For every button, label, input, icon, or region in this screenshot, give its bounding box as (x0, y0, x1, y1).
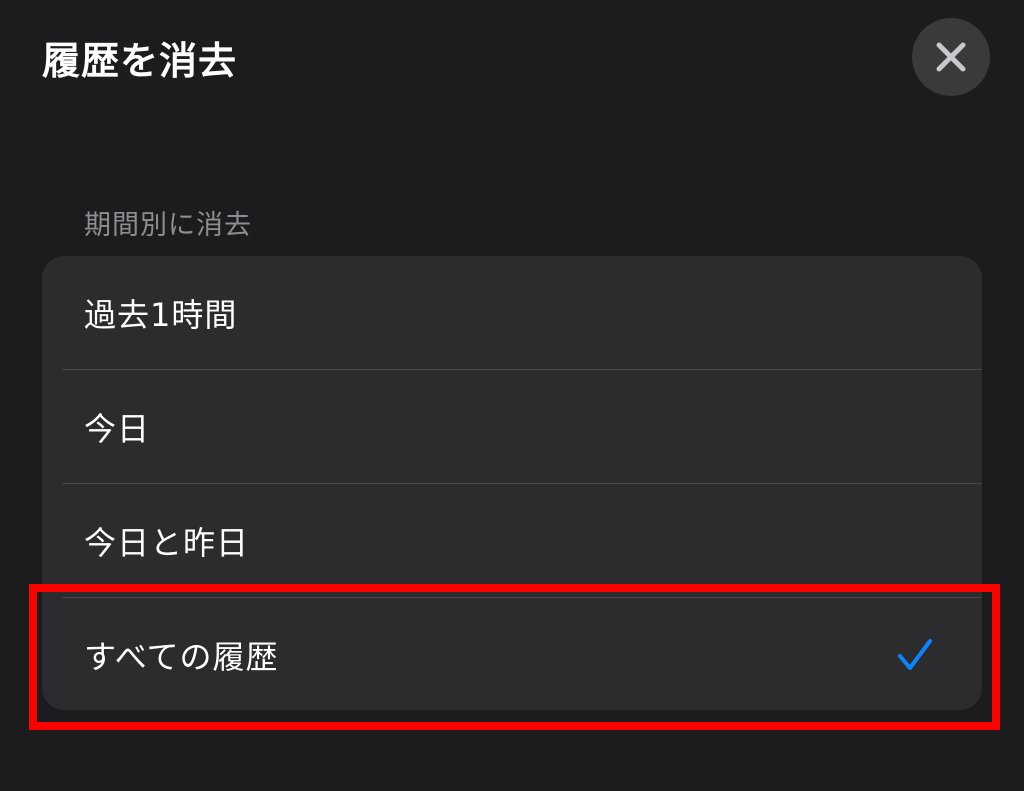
time-range-list: 過去1時間 今日 今日と昨日 すべての履歴 (42, 256, 982, 710)
option-label: 過去1時間 (84, 296, 238, 334)
option-today-yesterday[interactable]: 今日と昨日 (42, 484, 982, 598)
option-last-hour[interactable]: 過去1時間 (42, 256, 982, 370)
option-label: 今日 (84, 410, 151, 448)
option-label: 今日と昨日 (84, 524, 250, 562)
close-icon (936, 42, 966, 72)
clear-history-sheet: 履歴を消去 期間別に消去 過去1時間 今日 今日と昨日 すべての履歴 (0, 0, 1024, 791)
page-title: 履歴を消去 (42, 39, 238, 83)
option-all-history[interactable]: すべての履歴 (42, 598, 982, 710)
checkmark-icon (898, 639, 932, 670)
option-today[interactable]: 今日 (42, 370, 982, 484)
option-label: すべての履歴 (84, 638, 279, 676)
section-header: 期間別に消去 (84, 210, 252, 241)
close-button[interactable] (912, 18, 990, 96)
